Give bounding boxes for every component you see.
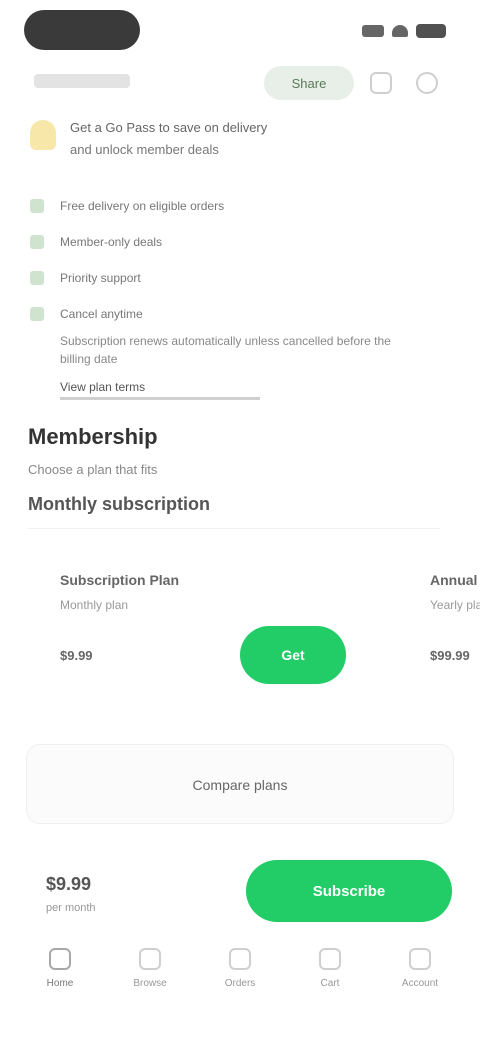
- list-item-label: Priority support: [60, 271, 141, 285]
- list-item: Free delivery on eligible orders: [30, 188, 440, 224]
- check-icon: [30, 307, 44, 321]
- divider: [28, 528, 440, 529]
- promo-line-1-text: Get a Go Pass to save on delivery: [70, 120, 268, 135]
- more-icon[interactable]: [416, 72, 438, 94]
- lightbulb-icon: [30, 120, 56, 150]
- plan-card-subtitle: Yearly plan: [430, 598, 480, 612]
- check-icon: [30, 271, 44, 285]
- dynamic-island: [24, 10, 140, 50]
- section-subtitle: Choose a plan that fits: [28, 462, 158, 477]
- benefits-list: Free delivery on eligible orders Member-…: [30, 188, 440, 400]
- top-bar-title-placeholder: [34, 74, 130, 88]
- wifi-icon: [392, 25, 408, 37]
- top-bar: Share: [24, 62, 456, 106]
- orders-icon: [229, 948, 251, 970]
- tab-bar: Home Browse Orders Cart Account: [30, 948, 450, 1008]
- check-icon: [30, 235, 44, 249]
- promo-line-2: and unlock member deals: [70, 142, 219, 157]
- plan-card-title: Subscription Plan: [60, 572, 180, 588]
- tab-browse[interactable]: Browse: [120, 948, 180, 1008]
- tab-home[interactable]: Home: [30, 948, 90, 1008]
- signal-icon: [362, 25, 384, 37]
- plan-card[interactable]: Subscription Plan Monthly plan $9.99 Get: [30, 548, 360, 708]
- tab-orders[interactable]: Orders: [210, 948, 270, 1008]
- list-item: Priority support: [30, 260, 440, 296]
- home-icon: [49, 948, 71, 970]
- plan-card[interactable]: Annual Yearly plan $99.99: [400, 548, 480, 708]
- plan-terms-link[interactable]: View plan terms: [60, 380, 260, 400]
- tab-label: Cart: [320, 978, 340, 989]
- share-icon[interactable]: [370, 72, 392, 94]
- list-item-label: Cancel anytime: [60, 307, 143, 321]
- compare-plans-label: Compare plans: [192, 777, 288, 793]
- tab-account[interactable]: Account: [390, 948, 450, 1008]
- cart-icon: [319, 948, 341, 970]
- battery-icon: [416, 24, 446, 38]
- tab-label: Browse: [133, 978, 167, 989]
- compare-plans-panel[interactable]: Compare plans: [26, 744, 454, 824]
- list-item-label: Member-only deals: [60, 235, 163, 249]
- list-subtext: Subscription renews automatically unless…: [60, 334, 391, 366]
- promo-line-1: Get a Go Pass to save on delivery: [70, 120, 267, 135]
- account-icon: [409, 948, 431, 970]
- get-button[interactable]: Get: [240, 626, 346, 684]
- list-item: Cancel anytime: [30, 296, 440, 332]
- tab-label: Home: [46, 978, 74, 989]
- subscribe-button[interactable]: Subscribe: [246, 860, 452, 922]
- tab-label: Orders: [224, 978, 256, 989]
- checkout-price-note: per month: [46, 902, 96, 914]
- plan-cards: Subscription Plan Monthly plan $9.99 Get…: [0, 548, 480, 718]
- list-item: Member-only deals: [30, 224, 440, 260]
- plan-card-price: $99.99: [430, 648, 470, 663]
- list-item-label: Free delivery on eligible orders: [60, 199, 225, 213]
- section-heading: Monthly subscription: [28, 494, 210, 514]
- checkout-bar: $9.99 per month Subscribe: [0, 846, 480, 936]
- tab-label: Account: [401, 978, 439, 989]
- plan-card-price: $9.99: [60, 648, 93, 663]
- tab-cart[interactable]: Cart: [300, 948, 360, 1008]
- plan-card-subtitle: Monthly plan: [60, 598, 129, 612]
- plan-card-title: Annual: [430, 572, 478, 588]
- check-icon: [30, 199, 44, 213]
- checkout-price: $9.99: [46, 874, 92, 894]
- share-pill-button[interactable]: Share: [264, 66, 354, 100]
- promo-banner: Get a Go Pass to save on delivery and un…: [30, 116, 450, 164]
- status-icons: [362, 24, 446, 38]
- section-title: Membership: [28, 424, 158, 449]
- browse-icon: [139, 948, 161, 970]
